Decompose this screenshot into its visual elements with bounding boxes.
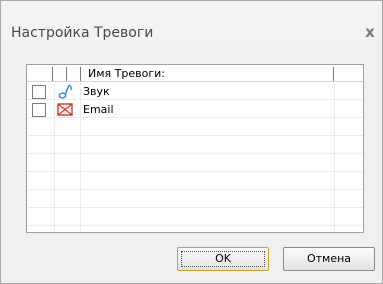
empty-row: [27, 119, 363, 136]
empty-row: [27, 173, 363, 190]
column-separator[interactable]: [80, 67, 81, 81]
checkbox[interactable]: [32, 85, 46, 99]
column-separator[interactable]: [52, 67, 53, 81]
alarm-grid: Имя Тревоги: Звук Email: [26, 64, 364, 233]
list-item[interactable]: Звук: [27, 83, 363, 100]
empty-row: [27, 209, 363, 226]
list-item[interactable]: Email: [27, 101, 363, 118]
close-icon[interactable]: x: [363, 25, 377, 40]
row-label: Email: [83, 103, 114, 116]
cancel-button-label: Отмена: [306, 252, 352, 265]
ok-button[interactable]: OK: [177, 247, 269, 271]
column-separator[interactable]: [66, 67, 67, 81]
dialog-title: Настройка Тревоги: [11, 25, 154, 41]
cancel-button[interactable]: Отмена: [283, 247, 375, 271]
empty-row: [27, 155, 363, 172]
column-separator[interactable]: [333, 67, 334, 81]
sound-note-icon: [57, 84, 73, 99]
empty-row: [27, 191, 363, 208]
email-envelope-icon: [57, 102, 73, 117]
alarm-settings-dialog: Настройка Тревоги x Имя Тревоги: Звук Em…: [0, 0, 383, 284]
title-bar: Настройка Тревоги x: [1, 1, 382, 41]
checkbox[interactable]: [32, 103, 46, 117]
column-header-alarm-name[interactable]: Имя Тревоги:: [88, 67, 165, 81]
row-label: Звук: [83, 85, 110, 98]
ok-button-label: OK: [215, 252, 231, 265]
grid-header: Имя Тревоги:: [27, 65, 363, 82]
empty-row: [27, 137, 363, 154]
